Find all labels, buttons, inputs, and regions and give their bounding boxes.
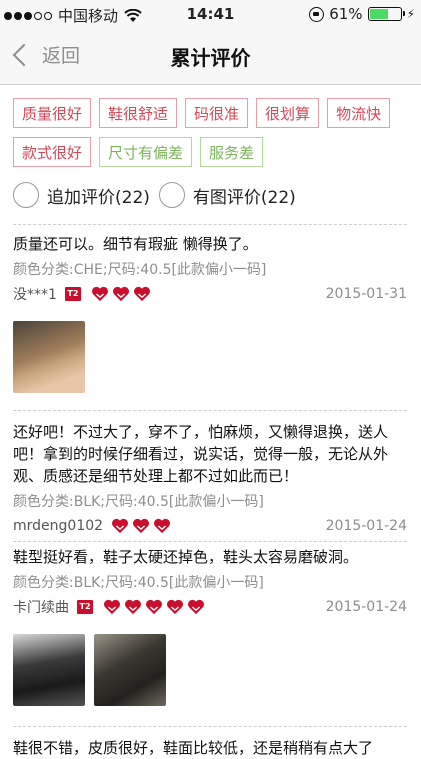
review-sku: 颜色分类:BLK;尺码:40.5[此款偏小一码] bbox=[13, 575, 264, 591]
heart-icon bbox=[91, 286, 108, 302]
heart-icon bbox=[104, 599, 120, 615]
heart-icon bbox=[146, 599, 162, 615]
reviewer-name: 没***1 bbox=[13, 287, 57, 303]
tag-good-value[interactable]: 很划算 bbox=[256, 98, 320, 128]
tag-comfortable[interactable]: 鞋很舒适 bbox=[99, 98, 178, 128]
review-text: 鞋很不错，皮质很好，鞋面比较低，还是稍稍有点大了 bbox=[13, 739, 374, 757]
review-sku: 颜色分类:CHE;尺码:40.5[此款偏小一码] bbox=[13, 262, 267, 278]
review-text: 还好吧！不过大了，穿不了，怕麻烦，又懒得退换，送人吧！拿到的时候仔细看过，说实话… bbox=[13, 423, 389, 485]
reviewer-name: mrdeng0102 bbox=[13, 518, 104, 534]
review-date: 2015-01-24 bbox=[325, 599, 407, 615]
heart-icon bbox=[133, 286, 150, 302]
filter-followup-label: 追加评价(22) bbox=[47, 187, 150, 208]
reviewer-level-hearts bbox=[91, 286, 151, 302]
heart-icon bbox=[112, 518, 129, 534]
divider bbox=[13, 726, 407, 727]
status-bar: 中国移动 14:41 61% ⚡ bbox=[0, 0, 421, 28]
divider bbox=[13, 541, 407, 542]
tag-size-accurate[interactable]: 码很准 bbox=[185, 98, 249, 128]
tag-fast-shipping[interactable]: 物流快 bbox=[327, 98, 391, 128]
reviewer-level-hearts bbox=[103, 599, 205, 615]
filter-followup-reviews[interactable]: 追加评价(22) bbox=[13, 182, 150, 208]
review-date: 2015-01-24 bbox=[325, 518, 407, 534]
page-title: 累计评价 bbox=[170, 46, 251, 70]
charging-icon: ⚡ bbox=[406, 7, 415, 21]
heart-icon bbox=[133, 518, 150, 534]
rotation-lock-icon bbox=[309, 6, 325, 22]
member-badge: T2 bbox=[64, 287, 81, 301]
member-badge: T2 bbox=[77, 600, 93, 614]
radio-button[interactable] bbox=[158, 182, 185, 208]
tag-size-deviation[interactable]: 尺寸有偏差 bbox=[99, 137, 193, 167]
reviewer-level-hearts bbox=[111, 518, 171, 534]
heart-icon bbox=[125, 599, 141, 615]
heart-icon bbox=[112, 286, 129, 302]
filter-photo-label: 有图评价(22) bbox=[192, 187, 296, 208]
review-text: 鞋型挺好看，鞋子太硬还掉色，鞋头太容易磨破洞。 bbox=[13, 548, 359, 566]
review-date: 2015-01-31 bbox=[325, 286, 407, 302]
heart-icon bbox=[188, 599, 204, 615]
battery-percent: 61% bbox=[329, 5, 363, 23]
tag-bad-service[interactable]: 服务差 bbox=[200, 137, 264, 167]
review-text: 质量还可以。细节有瑕疵 懒得换了。 bbox=[13, 235, 258, 253]
battery-icon bbox=[367, 7, 405, 21]
heart-icon bbox=[167, 599, 183, 615]
review-photo[interactable] bbox=[13, 634, 85, 706]
review-filters: 追加评价(22) 有图评价(22) bbox=[13, 182, 305, 208]
heart-icon bbox=[154, 518, 171, 534]
navigation-bar: 返回 累计评价 bbox=[0, 28, 421, 85]
review-item: 鞋型挺好看，鞋子太硬还掉色，鞋头太容易磨破洞。 颜色分类:BLK;尺码:40.5… bbox=[13, 546, 407, 710]
review-photo[interactable] bbox=[13, 321, 85, 393]
review-sku: 颜色分类:BLK;尺码:40.5[此款偏小一码] bbox=[13, 494, 264, 510]
reviewer-name: 卡门续曲 bbox=[13, 600, 69, 616]
review-photo[interactable] bbox=[94, 634, 167, 706]
tag-quality-good[interactable]: 质量很好 bbox=[13, 98, 92, 128]
divider bbox=[13, 410, 407, 411]
divider bbox=[13, 224, 407, 225]
tag-nice-style[interactable]: 款式很好 bbox=[13, 137, 92, 167]
review-item: 质量还可以。细节有瑕疵 懒得换了。 颜色分类:CHE;尺码:40.5[此款偏小一… bbox=[13, 233, 407, 397]
filter-photo-reviews[interactable]: 有图评价(22) bbox=[158, 182, 296, 208]
review-item: 鞋很不错，皮质很好，鞋面比较低，还是稍稍有点大了 bbox=[13, 737, 407, 759]
review-item: 还好吧！不过大了，穿不了，怕麻烦，又懒得退换，送人吧！拿到的时候仔细看过，说实话… bbox=[13, 421, 407, 537]
review-tags: 质量很好 鞋很舒适 码很准 很划算 物流快 款式很好 尺寸有偏差 服务差 bbox=[13, 98, 413, 167]
radio-button[interactable] bbox=[13, 182, 39, 208]
